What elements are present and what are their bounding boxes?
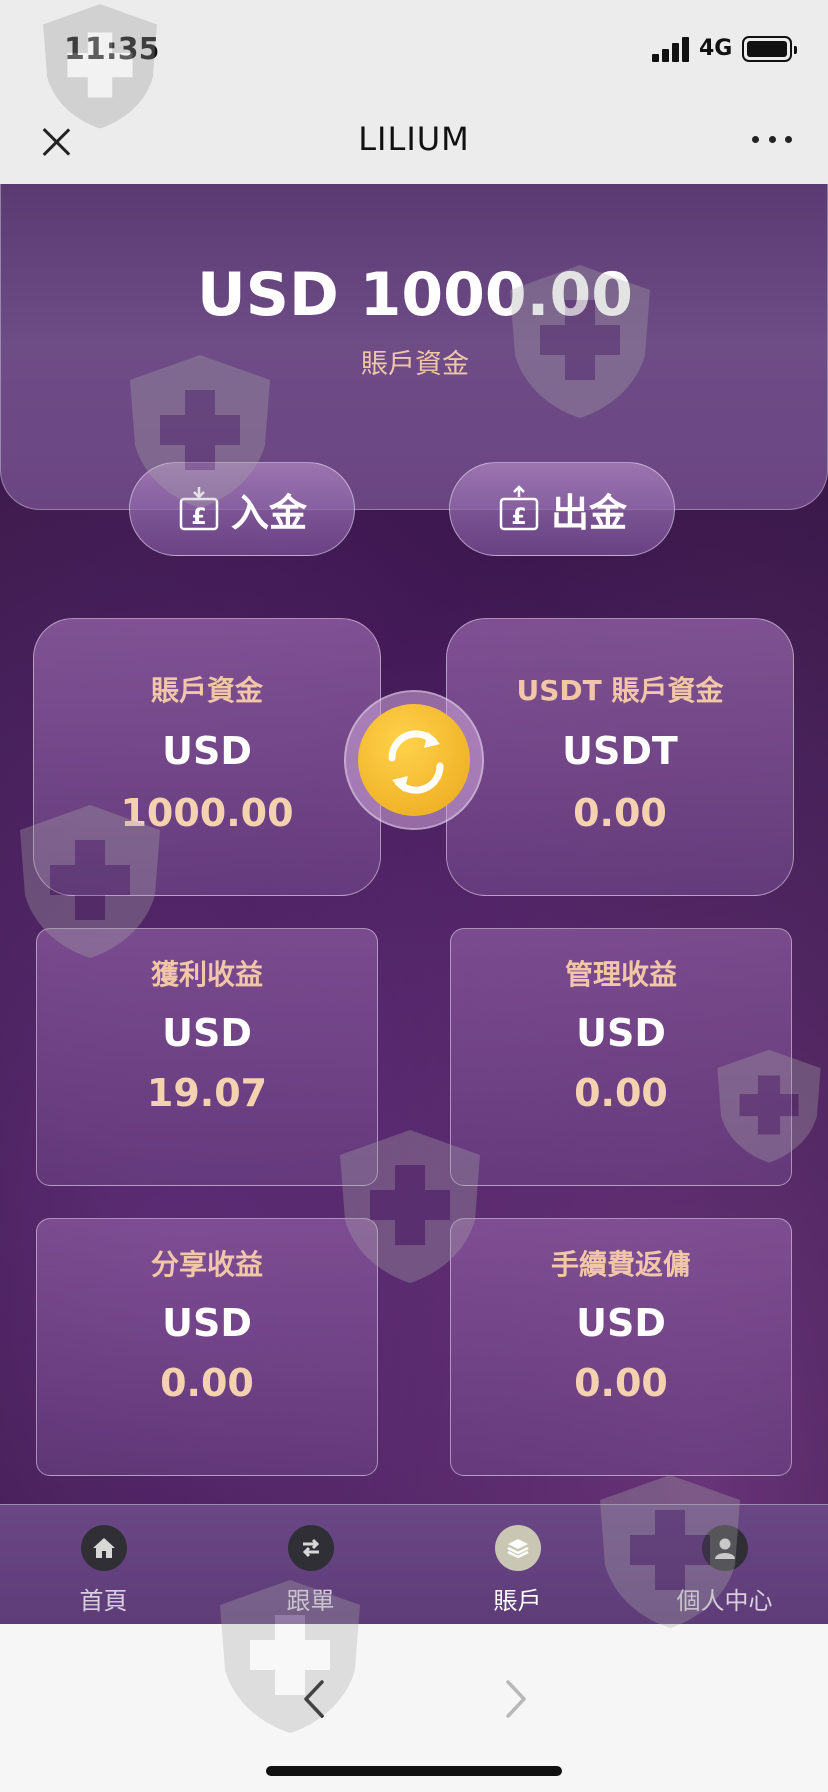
page-title: LILIUM xyxy=(358,120,470,158)
card-title: 賬戶資金 xyxy=(150,674,263,707)
profit-income-card[interactable]: 獲利收益 USD 19.07 xyxy=(36,928,378,1186)
balance-header: USD 1000.00 賬戶資金 xyxy=(0,184,828,510)
tab-account[interactable]: 賬戶 xyxy=(414,1505,621,1624)
card-currency: USD xyxy=(162,729,252,773)
card-title: 手續費返傭 xyxy=(550,1248,691,1281)
deposit-label: 入金 xyxy=(230,490,307,535)
management-income-card[interactable]: 管理收益 USD 0.00 xyxy=(450,928,792,1186)
battery-icon xyxy=(742,36,797,62)
account-balance: USD 1000.00 xyxy=(197,260,633,330)
deposit-button[interactable]: £ 入金 xyxy=(129,462,355,556)
card-value: 0.00 xyxy=(573,791,667,835)
tab-label: 跟單 xyxy=(286,1587,335,1615)
card-title: 分享收益 xyxy=(150,1248,263,1281)
usdt-account-card[interactable]: USDT 賬戶資金 USDT 0.00 xyxy=(446,618,794,896)
nav-header: LILIUM xyxy=(0,100,828,184)
card-value: 1000.00 xyxy=(120,791,294,835)
fee-rebate-card[interactable]: 手續費返傭 USD 0.00 xyxy=(450,1218,792,1476)
card-currency: USD xyxy=(576,1301,666,1345)
bottom-tab-bar: 首頁 跟單 賬戶 個人中心 xyxy=(0,1504,828,1624)
network-type: 4G xyxy=(699,36,733,61)
usd-account-card[interactable]: 賬戶資金 USD 1000.00 xyxy=(33,618,381,896)
tab-label: 首頁 xyxy=(79,1587,128,1615)
tab-profile[interactable]: 個人中心 xyxy=(621,1505,828,1624)
user-icon xyxy=(701,1525,748,1571)
card-value: 19.07 xyxy=(146,1071,268,1115)
browser-toolbar xyxy=(0,1624,828,1792)
signal-icon xyxy=(652,36,692,62)
withdraw-label: 出金 xyxy=(550,490,627,535)
main-content: USD 1000.00 賬戶資金 £ 入金 £ 出金 賬戶資金 USD 1000… xyxy=(0,184,828,1624)
svg-text:£: £ xyxy=(511,505,526,530)
forward-arrow-icon[interactable] xyxy=(496,1674,536,1724)
more-options-button[interactable] xyxy=(752,136,792,148)
card-title: 管理收益 xyxy=(564,958,677,991)
home-indicator xyxy=(266,1766,562,1776)
layers-icon xyxy=(494,1525,541,1571)
status-bar: 11:35 4G xyxy=(0,0,828,100)
home-icon xyxy=(80,1525,127,1571)
tab-home[interactable]: 首頁 xyxy=(0,1505,207,1624)
card-title: USDT 賬戶資金 xyxy=(516,674,724,707)
share-income-card[interactable]: 分享收益 USD 0.00 xyxy=(36,1218,378,1476)
card-currency: USD xyxy=(576,1011,666,1055)
card-value: 0.00 xyxy=(160,1361,254,1405)
back-arrow-icon[interactable] xyxy=(294,1674,334,1724)
card-currency: USD xyxy=(162,1011,252,1055)
status-time: 11:35 xyxy=(64,32,160,67)
withdraw-icon: £ xyxy=(499,485,539,531)
card-value: 0.00 xyxy=(574,1361,668,1405)
card-currency: USDT xyxy=(562,729,678,773)
card-currency: USD xyxy=(162,1301,252,1345)
svg-text:£: £ xyxy=(191,505,206,530)
swap-icon xyxy=(287,1525,334,1571)
deposit-icon: £ xyxy=(179,487,219,531)
tab-copy-trading[interactable]: 跟單 xyxy=(207,1505,414,1624)
tab-label: 個人中心 xyxy=(676,1587,773,1615)
withdraw-button[interactable]: £ 出金 xyxy=(449,462,675,556)
account-balance-label: 賬戶資金 xyxy=(361,349,469,380)
card-title: 獲利收益 xyxy=(150,958,263,991)
tab-label: 賬戶 xyxy=(493,1587,542,1615)
refresh-icon xyxy=(388,730,444,794)
currency-swap-button[interactable] xyxy=(344,690,484,830)
card-value: 0.00 xyxy=(574,1071,668,1115)
